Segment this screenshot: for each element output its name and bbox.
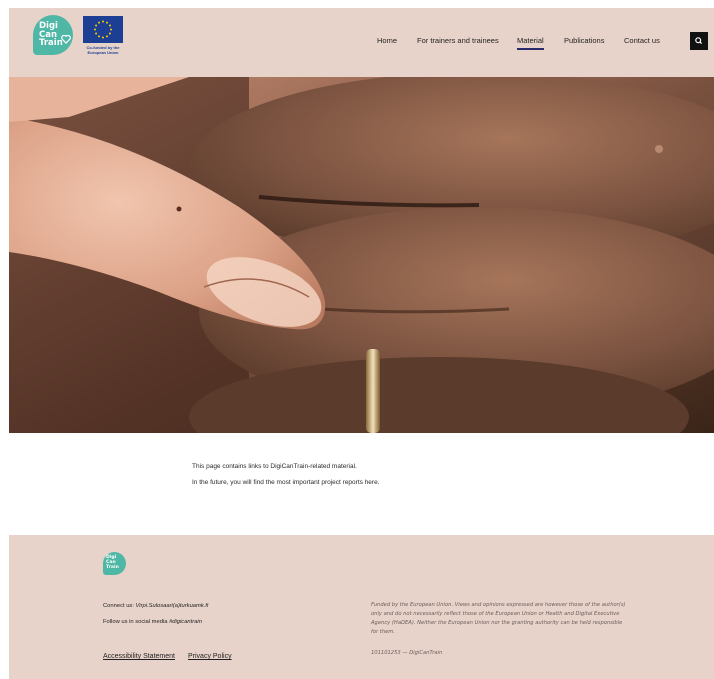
footer-logo[interactable]: Digi Can Train [103,552,126,575]
nav-publications[interactable]: Publications [564,36,604,45]
eu-star [110,28,112,31]
eu-funding-caption: Co-funded by the European Union [86,45,120,55]
accessibility-statement-link[interactable]: Accessibility Statement [103,653,175,660]
eu-star [98,21,100,24]
heart-icon [61,34,71,44]
nav-home[interactable]: Home [377,36,397,45]
page-content: This page contains links to DigiCanTrain… [192,463,592,486]
eu-star [102,36,104,39]
eu-star [108,24,111,27]
search-icon [695,37,703,45]
nav-trainers-trainees[interactable]: For trainers and trainees [417,36,499,45]
search-button[interactable] [690,32,708,50]
eu-star [95,24,98,27]
connect-line: Connect us: Virpi.Sulosaari(a)turkuamk.f… [103,603,208,609]
privacy-policy-link[interactable]: Privacy Policy [188,653,232,660]
eu-star [108,32,111,35]
hero-image [9,77,714,433]
grant-number: 101101253 — DigiCanTrain [371,650,443,656]
digicantrain-logo[interactable]: Digi Can Train [33,15,73,55]
eu-star [98,35,100,38]
eu-flag-icon [83,16,123,43]
follow-label: Follow us in social media [103,619,170,625]
hands-photo [9,77,714,433]
content-intro: This page contains links to DigiCanTrain… [192,463,357,470]
site-header: Digi Can Train Co-funded by the European… [9,8,714,77]
eu-star [106,35,108,38]
eu-star [106,21,108,24]
eu-star [94,28,96,31]
logo-word-3: Train [39,38,63,48]
funding-disclaimer: Funded by the European Union. Views and … [371,602,626,635]
nav-material[interactable]: Material [517,36,544,50]
connect-label: Connect us: [103,603,136,609]
footer-logo-word-3: Train [106,564,119,570]
social-hashtag[interactable]: #digicantrain [169,619,202,625]
content-future-note: In the future, you will find the most im… [192,479,380,486]
eu-star [95,32,98,35]
eu-star [102,20,104,23]
nav-contact[interactable]: Contact us [624,36,660,45]
site-footer: Digi Can Train Connect us: Virpi.Sulosaa… [9,535,714,679]
follow-line: Follow us in social media #digicantrain [103,619,202,625]
contact-email[interactable]: Virpi.Sulosaari(a)turkuamk.fi [136,603,209,609]
